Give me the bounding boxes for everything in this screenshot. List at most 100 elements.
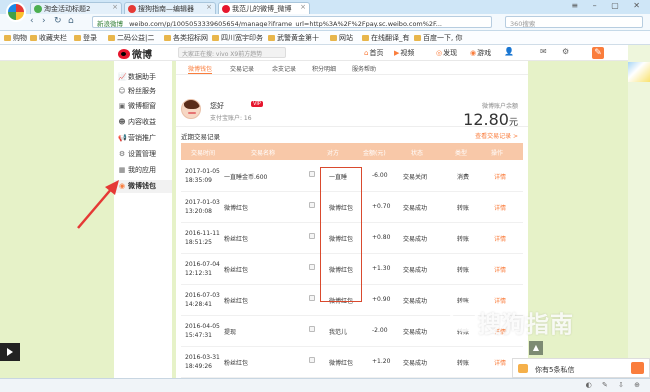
col-header-time: 交易时间	[191, 150, 216, 157]
browser-search-input[interactable]: 360搜索	[505, 16, 643, 28]
message-icon[interactable]: ✉	[540, 47, 547, 56]
bookmark-item[interactable]: 网站	[330, 33, 353, 43]
tab-close-icon[interactable]: ×	[300, 3, 306, 11]
tab-balance-records[interactable]: 余支记录	[272, 64, 296, 73]
browser-tab[interactable]: 搜狗指南—编辑器 ×	[124, 2, 216, 14]
compose-icon[interactable]: ✎	[592, 47, 604, 59]
sidebar-item-wallet[interactable]: ◉ 微博钱包	[118, 181, 170, 193]
row-checkbox[interactable]	[309, 171, 315, 177]
row-checkbox[interactable]	[309, 357, 315, 363]
browser-tab[interactable]: 淘金活动标题2 ×	[30, 2, 122, 14]
sidebar-item-data[interactable]: 📈数据助手	[118, 72, 170, 84]
folder-icon	[330, 35, 337, 41]
browser-tab-active[interactable]: 我范儿的微博_微博 ×	[218, 2, 310, 14]
sidebar-item-settings[interactable]: ⚙ 设置管理	[118, 149, 170, 161]
row-datetime: 2016-07-04 12:12:31	[185, 261, 220, 277]
browser-logo-icon[interactable]	[6, 2, 26, 22]
status-bar-icons[interactable]: ◐ ✎ ⇩ ⊕	[586, 381, 644, 389]
row-details-link[interactable]: 详情	[494, 358, 506, 367]
row-details-link[interactable]: 详情	[494, 172, 506, 181]
tab-help[interactable]: 服务帮助	[352, 64, 376, 73]
row-details-link[interactable]: 详情	[494, 234, 506, 243]
row-counterparty: 我范儿	[329, 329, 348, 336]
sidebar-item-income[interactable]: ☻ 内容收益	[118, 117, 170, 129]
view-all-records-link[interactable]: 查看交易记录 >	[475, 131, 518, 140]
weibo-logo[interactable]: 微博	[118, 46, 152, 61]
row-status: 交易成功	[403, 267, 428, 274]
row-details-link[interactable]: 详情	[494, 296, 506, 305]
back-icon[interactable]: ‹	[30, 16, 34, 26]
discover-icon: ◎	[436, 49, 443, 57]
nav-discover[interactable]: ◎发现	[436, 48, 457, 58]
sidebar: 📈数据助手 ☺ 粉丝服务 ▣ 微博橱窗 ☻ 内容收益 📢营销推广 ⚙ 设置管理 ▦ 我的应…	[114, 61, 172, 392]
video-play-icon[interactable]	[0, 343, 20, 361]
weibo-search-input[interactable]: 大家正在搜: vivo X9前方趋势	[178, 47, 286, 58]
home-icon[interactable]: ⌂	[68, 16, 74, 26]
row-checkbox[interactable]	[309, 295, 315, 301]
bookmarks-bar: 购物 收藏夹栏 登录 二码公益|二 各类招标网 四川宽宇印务 武警黄金第十 网站…	[0, 31, 650, 45]
row-checkbox[interactable]	[309, 264, 315, 270]
chart-icon: 📈	[118, 73, 127, 81]
tab-transactions[interactable]: 交易记录	[230, 64, 254, 73]
row-amount: +0.80	[372, 234, 391, 241]
account-label: 支付宝账户: 16	[210, 115, 252, 122]
tab-close-icon[interactable]: ×	[206, 3, 212, 11]
url-input[interactable]: 新浪微博 weibo.com/p/1005053339605654/manage…	[92, 16, 492, 28]
bookmark-item[interactable]: 购物	[4, 33, 27, 43]
tab-wallet[interactable]: 微博钱包	[188, 64, 213, 74]
row-datetime: 2016-04-05 15:47:31	[185, 323, 220, 339]
folder-icon	[74, 35, 81, 41]
bookmark-item[interactable]: 在线翻译_有	[362, 33, 410, 43]
row-type: 转账	[457, 236, 470, 243]
row-details-link[interactable]: 详情	[494, 203, 506, 212]
row-checkbox[interactable]	[309, 326, 315, 332]
window-controls[interactable]: ≡ – ▢ ✕	[571, 1, 646, 10]
nav-home[interactable]: ⌂首页	[364, 48, 383, 58]
row-type: 消费	[457, 174, 470, 181]
forward-icon[interactable]: ›	[42, 16, 46, 26]
settings-icon: ⚙	[118, 150, 126, 158]
bookmark-item[interactable]: 武警黄金第十	[268, 33, 319, 43]
back-to-top-icon[interactable]: ▲	[529, 341, 543, 355]
tab-close-icon[interactable]: ×	[112, 3, 118, 11]
nav-game[interactable]: ◉游戏	[470, 48, 491, 58]
row-checkbox[interactable]	[309, 233, 315, 239]
sidebar-item-shop[interactable]: ▣ 微博橱窗	[118, 101, 170, 113]
row-type: 转账	[457, 267, 470, 274]
refresh-icon[interactable]: ↻	[54, 16, 62, 26]
avatar[interactable]	[181, 99, 201, 119]
col-header-name: 交易名称	[251, 150, 276, 157]
bookmark-item[interactable]: 二码公益|二	[108, 33, 154, 43]
table-row: 2016-03-31 18:49:26 粉丝红包 微博红包 +1.20 交易成功 …	[181, 347, 523, 378]
sidebar-item-apps[interactable]: ▦ 我的应用	[118, 165, 170, 177]
bookmark-item[interactable]: 百度一下, 你	[414, 33, 462, 43]
table-header: 交易时间 交易名称 对方 金额(元) 状态 类型 操作	[181, 143, 523, 160]
tab-points[interactable]: 积分明细	[312, 64, 336, 73]
sidebar-item-marketing[interactable]: 📢营销推广	[118, 133, 170, 145]
private-message-bar[interactable]: 你有5条私信	[512, 358, 650, 378]
row-datetime: 2016-03-31 18:49:26	[185, 354, 220, 370]
col-header-type: 类型	[455, 150, 468, 157]
sidebar-item-fans[interactable]: ☺ 粉丝服务	[118, 86, 170, 98]
row-status: 交易成功	[403, 298, 428, 305]
weibo-top-nav: 微博 大家正在搜: vivo X9前方趋势 ⌂首页 ▶视频 ◎发现 ◉游戏 👤 …	[0, 45, 628, 61]
bookmark-item[interactable]: 登录	[74, 33, 97, 43]
chat-icon[interactable]	[631, 362, 644, 374]
bookmark-item[interactable]: 收藏夹栏	[30, 33, 67, 43]
settings-icon[interactable]: ⚙	[562, 47, 569, 56]
nav-video[interactable]: ▶视频	[394, 48, 414, 58]
home-icon: ⌂	[364, 49, 369, 57]
col-header-status: 状态	[411, 150, 424, 157]
bookmark-item[interactable]: 四川宽宇印务	[212, 33, 263, 43]
row-amount: +1.30	[372, 265, 391, 272]
user-icon[interactable]: 👤	[504, 47, 514, 56]
weibo-favicon-icon	[222, 5, 230, 13]
row-datetime: 2017-01-05 18:35:09	[185, 168, 220, 184]
row-checkbox[interactable]	[309, 202, 315, 208]
vip-badge: VIP	[251, 101, 263, 107]
video-icon: ▶	[394, 49, 400, 57]
bookmark-item[interactable]: 各类招标网	[164, 33, 208, 43]
folder-icon	[108, 35, 115, 41]
row-status: 交易成功	[403, 360, 428, 367]
row-details-link[interactable]: 详情	[494, 265, 506, 274]
